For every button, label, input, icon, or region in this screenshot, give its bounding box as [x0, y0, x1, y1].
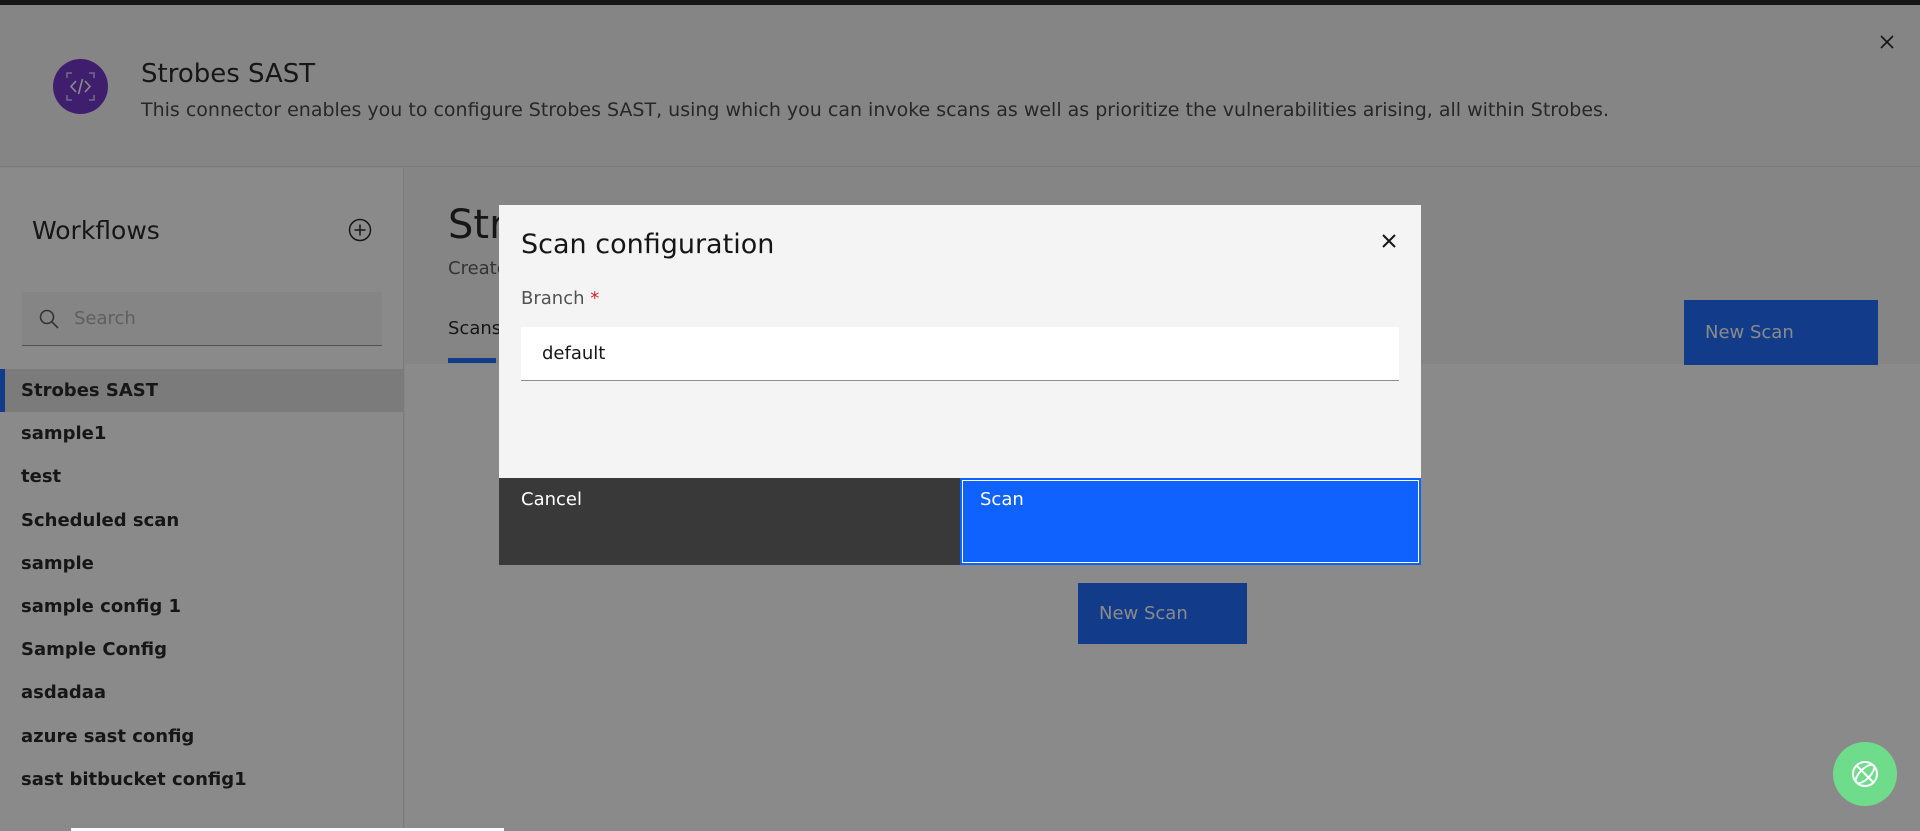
scan-button[interactable]: Scan — [960, 478, 1421, 565]
modal-footer: Cancel Scan — [499, 478, 1421, 565]
close-icon[interactable] — [1377, 229, 1401, 253]
branch-label-text: Branch — [521, 288, 585, 309]
modal-title: Scan configuration — [521, 229, 775, 260]
globe-icon — [1852, 761, 1878, 787]
cancel-button[interactable]: Cancel — [499, 478, 960, 565]
help-button[interactable] — [1833, 742, 1897, 806]
branch-label: Branch * — [521, 288, 599, 309]
scan-configuration-modal: Scan configuration Branch * Cancel Scan — [499, 205, 1421, 565]
required-mark: * — [590, 288, 600, 309]
branch-input[interactable] — [521, 327, 1399, 381]
